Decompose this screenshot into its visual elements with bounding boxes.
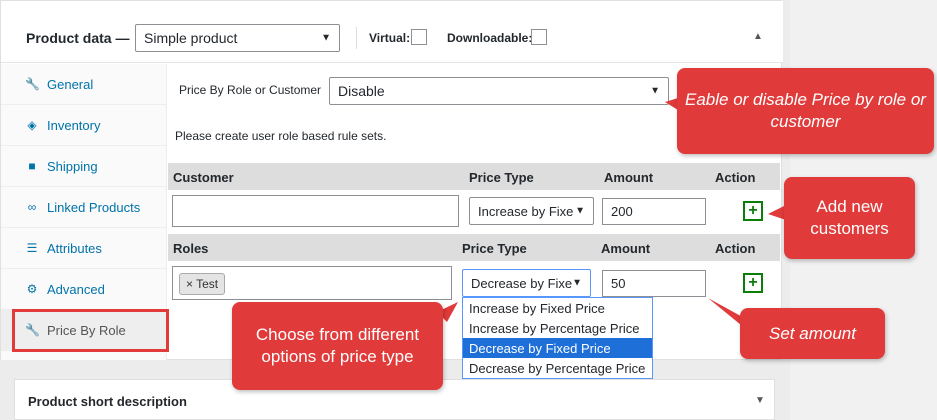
callout-add-customers: Add new customers — [784, 177, 915, 259]
callout-amount: Set amount — [740, 308, 885, 359]
callout-price-type: Choose from different options of price t… — [232, 302, 443, 390]
callout-enable: Eable or disable Price by role or custom… — [677, 68, 934, 154]
